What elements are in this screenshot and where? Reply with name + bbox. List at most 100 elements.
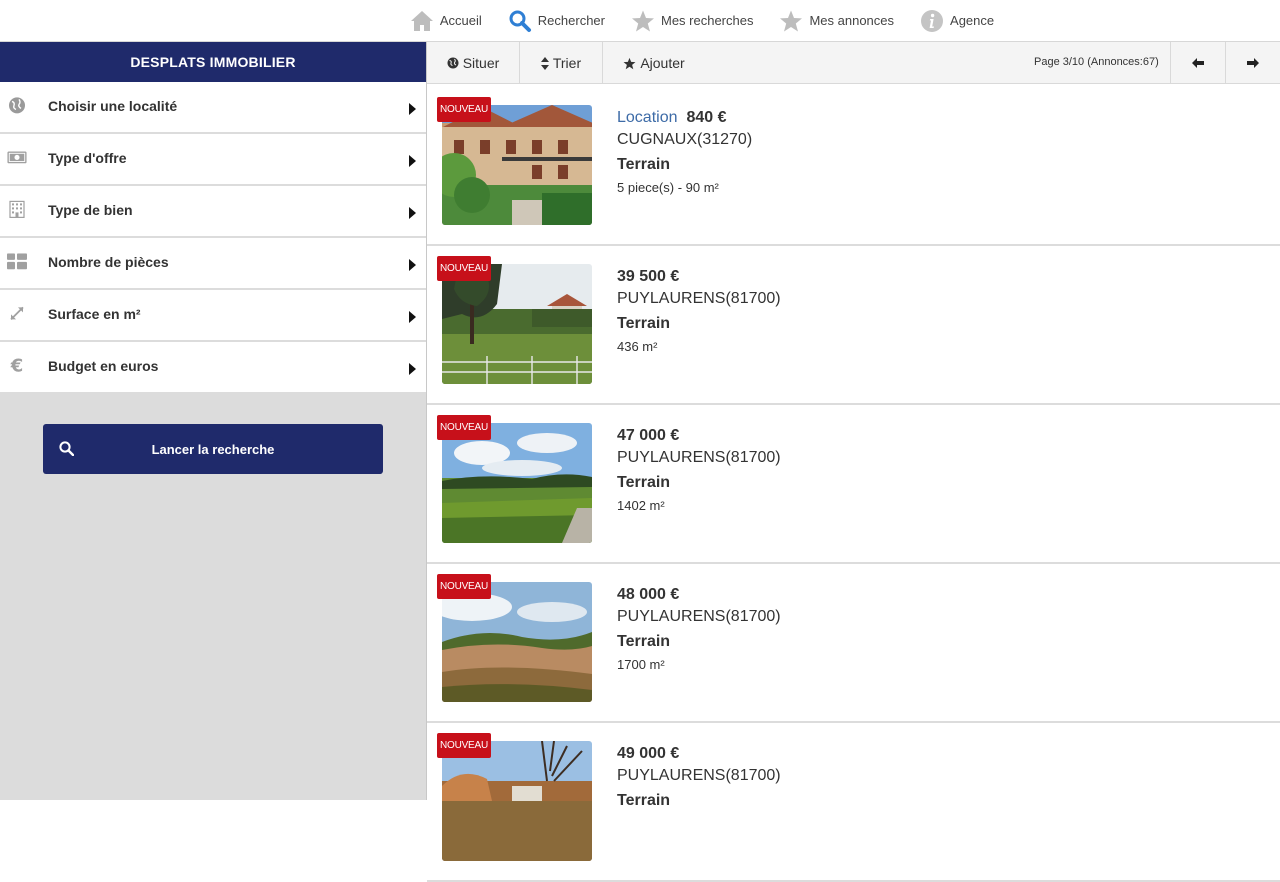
listing-card[interactable]: NOUVEAU 48 000 € PUYLAURENS(81700) Terra… [427,564,1280,723]
listing-price: 49 000 € [617,745,680,762]
new-badge: NOUVEAU [437,415,491,440]
chevron-right-icon [409,155,416,167]
listing-property-type: Terrain [617,474,671,491]
search-icon [509,10,531,32]
listing-info: 47 000 € PUYLAURENS(81700) Terrain 1402 … [617,427,781,517]
filter-type-offre[interactable]: Type d'offre [0,134,426,186]
filter-type-offre-label: Type d'offre [48,150,127,166]
listing-detail: 436 m² [617,339,658,354]
listing-property-type: Terrain [617,315,671,332]
euro-icon: € [10,354,24,376]
price-line: 49 000 € [617,745,781,767]
filter-nombre-pieces-label: Nombre de pièces [48,254,169,270]
listing-price: 39 500 € [617,268,680,285]
listing-city: CUGNAUX(31270) [617,131,753,148]
listing-card[interactable]: NOUVEAU 49 000 € PUYLAURENS(81700) Terra… [427,723,1280,882]
listing-card[interactable]: NOUVEAU 47 000 € PUYLAURENS(81700) Terra… [427,405,1280,564]
price-line: Location 840 € [617,109,752,131]
nav-agence[interactable]: Agence [920,9,994,33]
trier-label: Trier [552,55,582,71]
nav-mes-annonces-label: Mes annonces [809,13,895,28]
listing-photo [442,741,592,861]
chevron-right-icon [409,207,416,219]
next-page-button[interactable] [1225,42,1280,84]
filter-budget-label: Budget en euros [48,358,159,374]
nav-rechercher[interactable]: Rechercher [508,9,605,33]
nav-mes-annonces[interactable]: Mes annonces [779,9,894,33]
listing-info: 48 000 € PUYLAURENS(81700) Terrain 1700 … [617,586,781,676]
search-icon [59,441,74,456]
new-badge: NOUVEAU [437,256,491,281]
price-line: 39 500 € [617,268,781,290]
listing-card[interactable]: NOUVEAU Location 840 € CUGNAUX(31270) Te… [427,87,1280,246]
ajouter-label: Ajouter [640,55,685,71]
arrow-right-icon [1247,58,1259,68]
star-icon [631,10,654,31]
filter-type-bien-label: Type de bien [48,202,133,218]
top-navigation: Accueil Rechercher Mes recherches Mes an… [0,0,1280,42]
nav-agence-label: Agence [950,13,995,28]
listing-photo [442,264,592,384]
previous-page-button[interactable] [1170,42,1225,84]
listing-photo [442,582,592,702]
new-badge: NOUVEAU [437,574,491,599]
globe-icon [447,57,459,69]
listing-property-type: Terrain [617,156,671,173]
listing-price: 48 000 € [617,586,680,603]
listing-city: PUYLAURENS(81700) [617,290,781,307]
nav-accueil-label: Accueil [439,13,482,28]
nav-mes-recherches[interactable]: Mes recherches [631,9,753,33]
results-toolbar: Situer Trier Ajouter Page 3/10 (Annonces… [427,42,1280,84]
new-badge: NOUVEAU [437,97,491,122]
chevron-right-icon [409,103,416,115]
ajouter-button[interactable]: Ajouter [603,42,705,84]
listing-city: PUYLAURENS(81700) [617,767,781,784]
launch-search-button[interactable]: Lancer la recherche [43,424,383,474]
price-line: 48 000 € [617,586,781,608]
info-icon [921,9,944,32]
building-icon [7,199,27,219]
listing-city: PUYLAURENS(81700) [617,608,781,625]
listing-price: 840 € [686,109,727,126]
listing-info: 39 500 € PUYLAURENS(81700) Terrain 436 m… [617,268,781,358]
listing-photo [442,423,592,543]
chevron-right-icon [409,311,416,323]
star-icon [623,57,636,69]
arrow-left-icon [1192,58,1204,68]
grid-icon [7,251,27,271]
globe-icon [7,95,27,115]
page-indicator: Page 3/10 (Annonces:67) [1034,56,1159,68]
listing-property-type: Terrain [617,792,671,809]
expand-icon [7,303,27,323]
situer-button[interactable]: Situer [427,42,520,84]
filter-budget[interactable]: € Budget en euros [0,342,426,394]
listing-detail: 5 piece(s) - 90 m² [617,180,719,195]
banknote-icon [7,147,27,167]
listing-property-type: Terrain [617,633,671,650]
sidebar: DESPLATS IMMOBILIER Choisir une localité… [0,42,427,800]
star-icon [780,10,803,31]
launch-search-label: Lancer la recherche [151,441,275,457]
sort-icon [540,56,549,70]
filter-localite[interactable]: Choisir une localité [0,82,426,134]
listing-card[interactable]: NOUVEAU 39 500 € PUYLAURENS(81700) Terra… [427,246,1280,405]
nav-rechercher-label: Rechercher [537,13,605,28]
listing-photo [442,105,592,225]
price-line: 47 000 € [617,427,781,449]
listing-detail: 1700 m² [617,657,665,672]
filter-surface-label: Surface en m² [48,306,141,322]
filter-nombre-pieces[interactable]: Nombre de pièces [0,238,426,290]
chevron-right-icon [409,363,416,375]
filter-surface[interactable]: Surface en m² [0,290,426,342]
home-icon [410,10,433,31]
listing-info: 49 000 € PUYLAURENS(81700) Terrain [617,745,781,813]
trier-button[interactable]: Trier [520,42,603,84]
listing-detail: 1402 m² [617,498,665,513]
listing-type[interactable]: Location [617,109,678,127]
chevron-right-icon [409,259,416,271]
filter-localite-label: Choisir une localité [48,98,178,114]
listing-city: PUYLAURENS(81700) [617,449,781,466]
nav-mes-recherches-label: Mes recherches [660,13,754,28]
filter-type-bien[interactable]: Type de bien [0,186,426,238]
nav-accueil[interactable]: Accueil [410,9,482,33]
